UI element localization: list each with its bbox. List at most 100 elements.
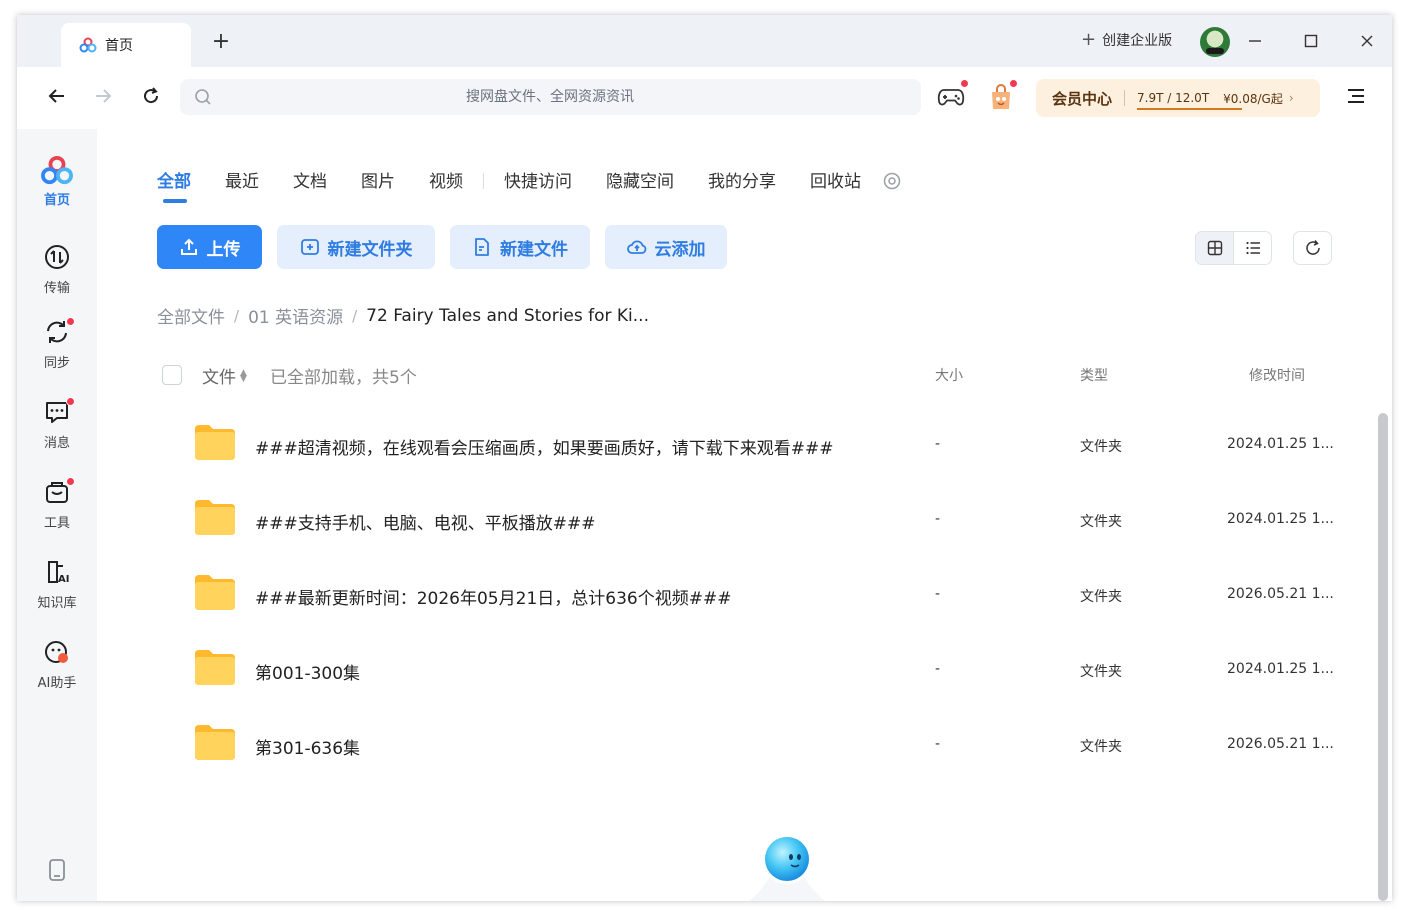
column-file-label: 文件 (202, 368, 236, 388)
table-row[interactable]: ###支持手机、电脑、电视、平板播放### - 文件夹 2024.01.25 1… (157, 482, 1347, 557)
mobile-phone-icon[interactable] (48, 859, 66, 881)
user-avatar[interactable] (1200, 27, 1230, 57)
breadcrumb-item[interactable]: 01 英语资源 (248, 303, 343, 328)
sidebar-item-tools[interactable]: 工具 (17, 477, 97, 542)
tab-quick-access[interactable]: 快捷访问 (504, 167, 572, 197)
file-type: 文件夹 (1080, 739, 1122, 755)
tab-hidden-space[interactable]: 隐藏空间 (606, 167, 674, 197)
file-modified: 2026.05.21 1... (1227, 586, 1334, 602)
tab-recent[interactable]: 最近 (225, 167, 259, 197)
upload-button[interactable]: 上传 (157, 225, 262, 269)
minimize-icon (1249, 40, 1261, 42)
maximize-button[interactable] (1296, 27, 1326, 55)
file-modified: 2024.01.25 1... (1227, 436, 1334, 452)
select-all-checkbox[interactable] (162, 365, 182, 385)
home-logo-icon (41, 155, 73, 185)
table-row[interactable]: 第001-300集 - 文件夹 2024.01.25 1... (157, 632, 1347, 707)
sidebar-item-messages[interactable]: 消息 (17, 397, 97, 462)
column-size[interactable]: 大小 (935, 365, 963, 385)
vip-title: 会员中心 (1052, 89, 1113, 108)
add-folder-icon (300, 239, 319, 255)
notification-badge (66, 397, 75, 406)
reload-button[interactable] (136, 81, 166, 111)
tab-documents[interactable]: 文档 (293, 167, 327, 197)
close-icon (1361, 35, 1373, 47)
baidu-netdisk-logo-icon (79, 37, 97, 53)
breadcrumb-item[interactable]: 全部文件 (157, 303, 225, 328)
breadcrumb-separator: / (234, 306, 240, 325)
file-name: ###超清视频，在线观看会压缩画质，如果要画质好，请下载下来观看### (255, 439, 834, 459)
tab-divider (483, 173, 484, 189)
sidebar-item-home[interactable]: 首页 (17, 155, 97, 219)
file-list-header: 文件 ▲ ▼ 已全部加载，共5个 大小 类型 修改时间 (157, 363, 1347, 388)
sidebar-item-sync[interactable]: 同步 (17, 317, 97, 382)
table-row[interactable]: ###最新更新时间：2026年05月21日，总计636个视频### - 文件夹 … (157, 557, 1347, 632)
cloud-add-button[interactable]: 云添加 (605, 225, 727, 269)
plus-icon: + (1081, 29, 1097, 50)
sidebar-item-label: 消息 (43, 436, 70, 451)
vertical-scrollbar[interactable] (1378, 413, 1388, 901)
game-center-button[interactable] (935, 79, 969, 113)
reload-icon (144, 87, 159, 104)
tab-recycle-bin[interactable]: 回收站 (810, 167, 861, 197)
new-tab-button[interactable]: + (209, 27, 233, 55)
sidebar-item-ai-assistant[interactable]: AI助手 (17, 638, 97, 702)
upload-label: 上传 (206, 239, 241, 260)
tab-my-shares[interactable]: 我的分享 (708, 167, 776, 197)
arrow-left-icon (48, 89, 64, 103)
vip-center-button[interactable]: 会员中心 7.9T / 12.0T ¥0.08/G起 › (1036, 79, 1320, 117)
forward-button[interactable] (88, 81, 118, 111)
new-file-button[interactable]: 新建文件 (450, 225, 590, 269)
file-count-label: 已全部加载，共5个 (270, 368, 417, 388)
close-button[interactable] (1352, 27, 1382, 55)
sidebar-item-transfer[interactable]: 传输 (17, 243, 97, 307)
tab-all[interactable]: 全部 (157, 167, 191, 203)
cloud-upload-icon (626, 240, 646, 254)
notification-badge (1009, 79, 1018, 88)
breadcrumb-current: 72 Fairy Tales and Stories for Ki... (366, 305, 649, 326)
action-buttons: 上传 新建文件夹 新建文件 云添加 (157, 225, 727, 269)
sort-by-name-button[interactable]: 文件 ▲ ▼ (202, 363, 247, 388)
upload-icon (180, 238, 197, 255)
list-view-button[interactable] (1234, 232, 1271, 264)
back-button[interactable] (42, 81, 72, 111)
column-type[interactable]: 类型 (1080, 365, 1108, 385)
category-tabs: 全部 最近 文档 图片 视频 快捷访问 隐藏空间 我的分享 回收站 (157, 167, 901, 203)
sort-icon: ▲ ▼ (240, 367, 247, 384)
search-bar[interactable] (180, 79, 921, 115)
knowledge-ai-icon: AI (48, 561, 69, 585)
new-folder-button[interactable]: 新建文件夹 (277, 225, 435, 269)
gift-bag-button[interactable] (985, 79, 1018, 113)
refresh-icon (1305, 240, 1320, 255)
file-size: - (935, 586, 941, 602)
minimize-button[interactable] (1240, 27, 1270, 55)
tab-images[interactable]: 图片 (361, 167, 395, 197)
vip-divider (1124, 90, 1126, 106)
folder-icon (195, 575, 235, 610)
main-menu-button[interactable] (1341, 81, 1371, 111)
chevron-right-icon: › (1288, 91, 1294, 105)
grid-view-icon (1207, 240, 1222, 256)
create-enterprise-button[interactable]: + 创建企业版 (1081, 29, 1172, 50)
notification-badge (960, 79, 969, 88)
sidebar: 首页 传输 同步 消息 工具 AI 知识库 AI助手 (17, 129, 97, 901)
table-row[interactable]: ###超清视频，在线观看会压缩画质，如果要画质好，请下载下来观看### - 文件… (157, 407, 1347, 482)
search-input[interactable] (220, 79, 880, 115)
folder-icon (195, 500, 235, 535)
tab-videos[interactable]: 视频 (429, 167, 463, 197)
search-icon (195, 89, 211, 105)
refresh-button[interactable] (1293, 231, 1332, 265)
file-modified: 2026.05.21 1... (1227, 736, 1334, 752)
table-row[interactable]: 第301-636集 - 文件夹 2026.05.21 1... (157, 707, 1347, 782)
ai-assistant-mascot-icon[interactable] (749, 823, 825, 901)
tab-settings-icon[interactable] (883, 172, 901, 190)
new-folder-label: 新建文件夹 (327, 239, 413, 260)
column-modified[interactable]: 修改时间 (1249, 365, 1305, 385)
file-modified: 2024.01.25 1... (1227, 511, 1334, 527)
new-file-label: 新建文件 (500, 239, 568, 260)
grid-view-button[interactable] (1196, 232, 1234, 264)
sidebar-item-knowledge-base[interactable]: AI 知识库 (17, 558, 97, 622)
file-list: ###超清视频，在线观看会压缩画质，如果要画质好，请下载下来观看### - 文件… (157, 407, 1347, 782)
tab-home[interactable]: 首页 (61, 23, 191, 67)
file-name: 第001-300集 (255, 664, 361, 684)
